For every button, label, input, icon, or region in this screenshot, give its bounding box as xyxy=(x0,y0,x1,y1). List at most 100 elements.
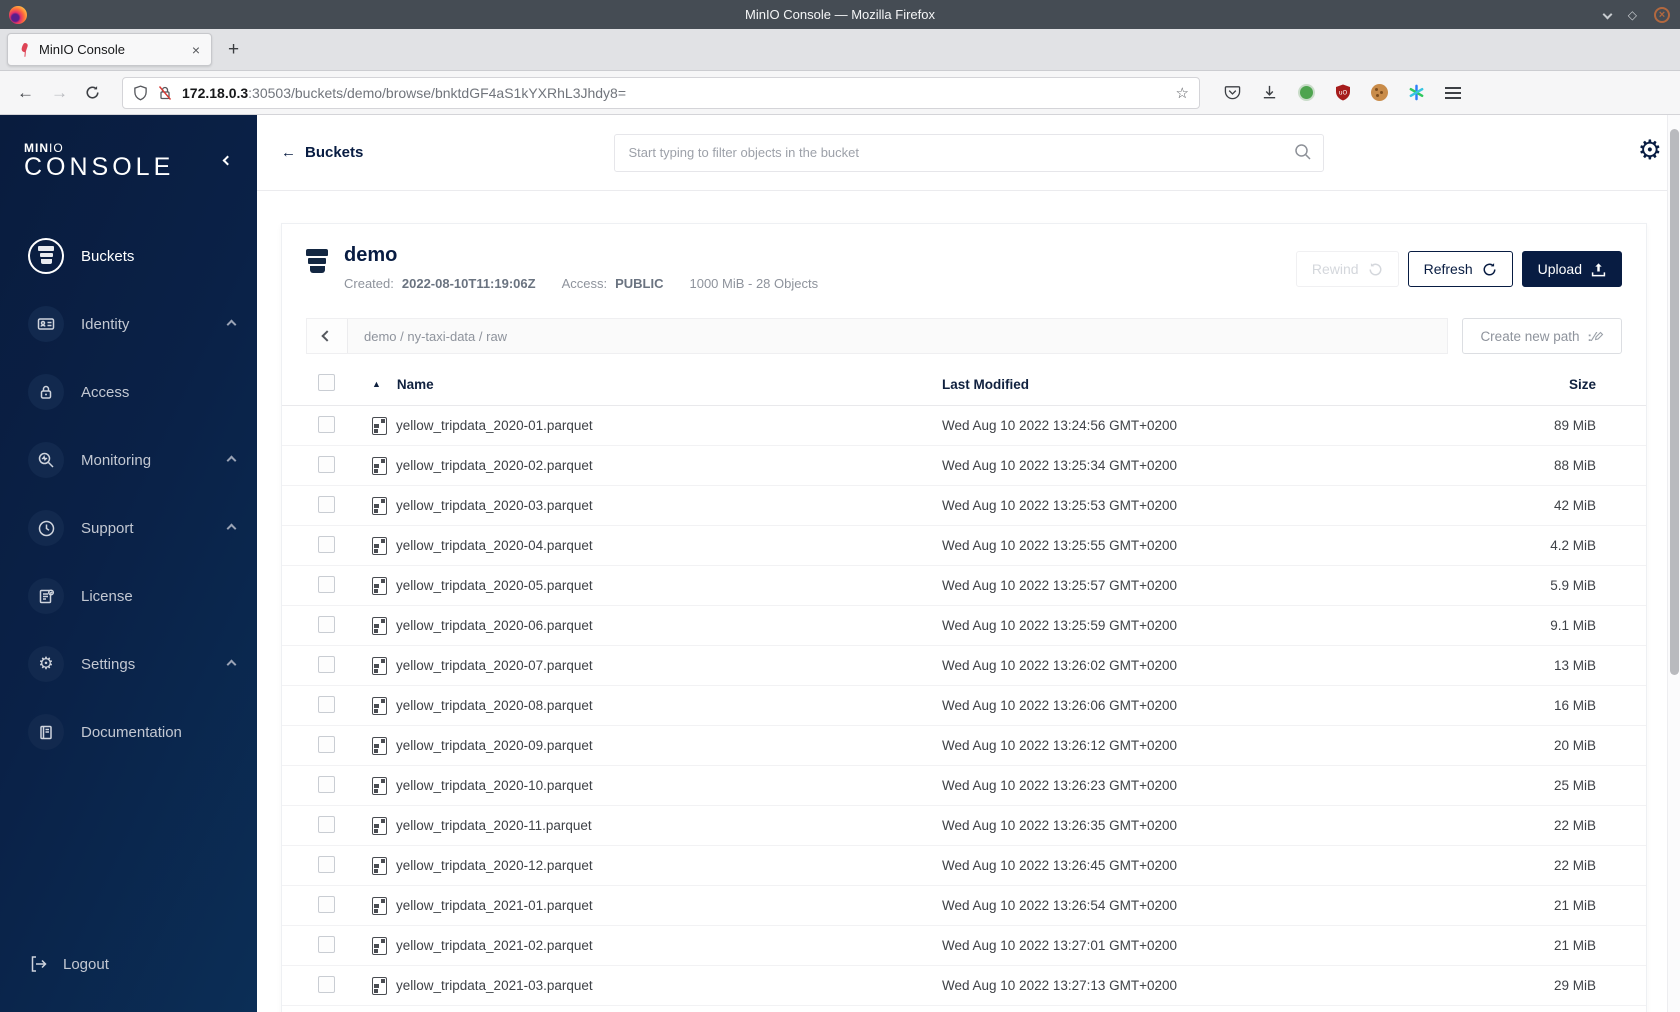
new-tab-button[interactable]: + xyxy=(228,39,239,61)
console-settings-gear-icon[interactable]: ⚙ xyxy=(1638,137,1662,164)
sidebar-item-support[interactable]: Support xyxy=(0,494,257,562)
table-row[interactable]: yellow_tripdata_2021-01.parquet Wed Aug … xyxy=(282,886,1646,926)
object-name[interactable]: yellow_tripdata_2021-03.parquet xyxy=(396,978,593,993)
ublock-origin-icon[interactable]: uO xyxy=(1335,84,1351,101)
object-name[interactable]: yellow_tripdata_2020-09.parquet xyxy=(396,738,593,753)
object-name[interactable]: yellow_tripdata_2020-08.parquet xyxy=(396,698,593,713)
rewind-button[interactable]: Rewind xyxy=(1295,251,1399,287)
create-new-path-button[interactable]: Create new path :∕ xyxy=(1462,318,1622,354)
sidebar-item-logout[interactable]: Logout xyxy=(0,944,257,984)
column-size[interactable]: Size xyxy=(1472,377,1596,392)
row-checkbox[interactable] xyxy=(318,855,335,873)
bookmark-star-icon[interactable]: ☆ xyxy=(1176,84,1189,102)
sort-asc-icon[interactable]: ▲ xyxy=(372,379,381,389)
upload-button[interactable]: Upload xyxy=(1521,251,1622,287)
row-checkbox[interactable] xyxy=(318,575,335,593)
object-name[interactable]: yellow_tripdata_2020-06.parquet xyxy=(396,618,593,633)
table-row[interactable]: yellow_tripdata_2020-06.parquet Wed Aug … xyxy=(282,606,1646,646)
url-text[interactable]: 172.18.0.3:30503/buckets/demo/browse/bnk… xyxy=(182,85,1176,101)
sidebar-item-identity[interactable]: Identity xyxy=(0,290,257,358)
row-checkbox[interactable] xyxy=(318,895,335,913)
downloads-icon[interactable] xyxy=(1261,84,1278,101)
path-back-button[interactable] xyxy=(307,319,348,353)
row-checkbox[interactable] xyxy=(318,615,335,633)
extension-asterisk-icon[interactable] xyxy=(1408,84,1425,101)
sidebar-item-monitoring[interactable]: Monitoring xyxy=(0,426,257,494)
filter-objects-input[interactable] xyxy=(613,133,1324,172)
table-row[interactable]: yellow_tripdata_2020-12.parquet Wed Aug … xyxy=(282,846,1646,886)
sidebar-item-settings[interactable]: ⚙ Settings xyxy=(0,630,257,698)
row-checkbox[interactable] xyxy=(318,935,335,953)
table-row[interactable]: yellow_tripdata_2020-08.parquet Wed Aug … xyxy=(282,686,1646,726)
breadcrumb-bar: demo / ny-taxi-data / raw xyxy=(306,318,1449,354)
object-name[interactable]: yellow_tripdata_2020-01.parquet xyxy=(396,418,593,433)
window-close-icon[interactable]: × xyxy=(1654,6,1670,23)
shield-permissions-icon[interactable] xyxy=(133,84,148,101)
row-checkbox[interactable] xyxy=(318,415,335,433)
row-checkbox[interactable] xyxy=(318,535,335,553)
object-size: 5.9 MiB xyxy=(1550,578,1596,593)
page-scrollbar-thumb[interactable] xyxy=(1670,129,1679,675)
insecure-lock-icon[interactable] xyxy=(157,85,173,101)
refresh-button[interactable]: Refresh xyxy=(1407,251,1513,287)
support-expand-icon[interactable] xyxy=(226,523,237,533)
row-checkbox[interactable] xyxy=(318,655,335,673)
table-row[interactable]: yellow_tripdata_2021-02.parquet Wed Aug … xyxy=(282,926,1646,966)
row-checkbox[interactable] xyxy=(318,975,335,993)
tab-close-icon[interactable]: × xyxy=(190,42,202,58)
object-name[interactable]: yellow_tripdata_2020-04.parquet xyxy=(396,538,593,553)
table-row[interactable]: yellow_tripdata_2020-09.parquet Wed Aug … xyxy=(282,726,1646,766)
page-scrollbar[interactable] xyxy=(1667,115,1680,1012)
back-to-buckets-link[interactable]: ← Buckets xyxy=(281,144,363,161)
url-bar[interactable]: 172.18.0.3:30503/buckets/demo/browse/bnk… xyxy=(122,76,1200,109)
object-size: 89 MiB xyxy=(1553,418,1596,433)
browser-tab[interactable]: MinIO Console × xyxy=(7,33,212,66)
object-name[interactable]: yellow_tripdata_2021-01.parquet xyxy=(396,898,593,913)
object-name[interactable]: yellow_tripdata_2020-02.parquet xyxy=(396,458,593,473)
table-row[interactable]: yellow_tripdata_2020-10.parquet Wed Aug … xyxy=(282,766,1646,806)
table-row[interactable]: yellow_tripdata_2020-07.parquet Wed Aug … xyxy=(282,646,1646,686)
table-row[interactable]: yellow_tripdata_2020-11.parquet Wed Aug … xyxy=(282,806,1646,846)
object-file-icon xyxy=(372,416,387,435)
row-checkbox[interactable] xyxy=(318,775,335,793)
table-row[interactable]: yellow_tripdata_2020-02.parquet Wed Aug … xyxy=(282,446,1646,486)
sidebar-item-buckets[interactable]: Buckets xyxy=(0,222,257,290)
row-checkbox[interactable] xyxy=(318,455,335,473)
object-name[interactable]: yellow_tripdata_2020-10.parquet xyxy=(396,778,593,793)
table-row[interactable]: yellow_tripdata_2020-05.parquet Wed Aug … xyxy=(282,566,1646,606)
sidebar-item-license[interactable]: License xyxy=(0,562,257,630)
object-name[interactable]: yellow_tripdata_2020-12.parquet xyxy=(396,858,593,873)
object-file-icon xyxy=(372,536,387,555)
select-all-checkbox[interactable] xyxy=(318,374,335,391)
back-button[interactable]: ← xyxy=(17,83,34,103)
row-checkbox[interactable] xyxy=(318,815,335,833)
menu-hamburger-icon[interactable] xyxy=(1445,86,1461,99)
column-last-modified[interactable]: Last Modified xyxy=(942,377,1472,392)
row-checkbox[interactable] xyxy=(318,695,335,713)
cookie-extension-icon[interactable] xyxy=(1371,84,1388,101)
pocket-icon[interactable] xyxy=(1224,84,1241,101)
extension-green-icon[interactable] xyxy=(1298,84,1315,101)
object-name[interactable]: yellow_tripdata_2020-07.parquet xyxy=(396,658,593,673)
sidebar-item-documentation[interactable]: Documentation xyxy=(0,698,257,766)
window-maximize-icon[interactable]: ◇ xyxy=(1628,8,1637,22)
object-name[interactable]: yellow_tripdata_2020-05.parquet xyxy=(396,578,593,593)
column-name[interactable]: Name xyxy=(397,377,434,392)
object-name[interactable]: yellow_tripdata_2020-11.parquet xyxy=(396,818,592,833)
object-name[interactable]: yellow_tripdata_2020-03.parquet xyxy=(396,498,593,513)
identity-expand-icon[interactable] xyxy=(226,319,237,329)
table-row[interactable]: yellow_tripdata_2020-03.parquet Wed Aug … xyxy=(282,486,1646,526)
table-row[interactable]: yellow_tripdata_2021-03.parquet Wed Aug … xyxy=(282,966,1646,1006)
row-checkbox[interactable] xyxy=(318,735,335,753)
monitoring-expand-icon[interactable] xyxy=(226,455,237,465)
reload-button[interactable] xyxy=(85,85,100,100)
breadcrumb[interactable]: demo / ny-taxi-data / raw xyxy=(364,329,507,344)
table-row[interactable]: yellow_tripdata_2020-04.parquet Wed Aug … xyxy=(282,526,1646,566)
window-minimize-icon[interactable] xyxy=(1602,9,1613,20)
sidebar-item-access[interactable]: Access xyxy=(0,358,257,426)
settings-expand-icon[interactable] xyxy=(226,659,237,669)
forward-button[interactable]: → xyxy=(51,83,68,103)
table-row[interactable]: yellow_tripdata_2020-01.parquet Wed Aug … xyxy=(282,406,1646,446)
row-checkbox[interactable] xyxy=(318,495,335,513)
object-name[interactable]: yellow_tripdata_2021-02.parquet xyxy=(396,938,593,953)
